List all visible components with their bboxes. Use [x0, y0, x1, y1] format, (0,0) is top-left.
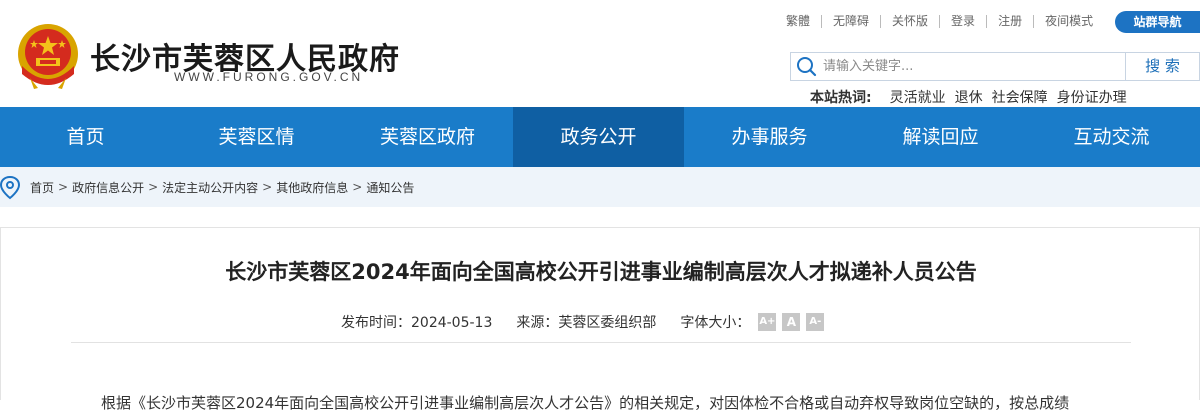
breadcrumb-other-info[interactable]: 其他政府信息 — [276, 179, 348, 196]
link-traditional-chinese[interactable]: 繁體 — [786, 15, 821, 28]
link-night-mode[interactable]: 夜间模式 — [1033, 15, 1104, 28]
nav-item-home[interactable]: 首页 — [0, 107, 171, 167]
divider — [71, 342, 1131, 343]
article-source: 来源：芙蓉区委组织部 — [516, 315, 657, 331]
nav-item-services[interactable]: 办事服务 — [684, 107, 855, 167]
nav-item-district-info[interactable]: 芙蓉区情 — [171, 107, 342, 167]
breadcrumb-notices[interactable]: 通知公告 — [366, 179, 414, 196]
search-button[interactable]: 搜 索 — [1125, 53, 1199, 80]
nav-item-interaction[interactable]: 互动交流 — [1026, 107, 1197, 167]
nav-item-district-government[interactable]: 芙蓉区政府 — [342, 107, 513, 167]
font-size-label: 字体大小： — [680, 315, 751, 331]
nav-item-government-affairs[interactable]: 政务公开 — [513, 107, 684, 167]
breadcrumb-separator: > — [262, 180, 273, 194]
article-body-text: 根据《长沙市芙蓉区2024年面向全国高校公开引进事业编制高层次人才公告》的相关规… — [101, 394, 1070, 412]
breadcrumb-separator: > — [148, 180, 159, 194]
search-box: 搜 索 — [790, 52, 1200, 81]
search-icon — [791, 53, 821, 80]
top-links: 繁體 无障碍 关怀版 登录 注册 夜间模式 — [786, 15, 1104, 28]
hot-word-link[interactable]: 退休 — [955, 87, 983, 107]
breadcrumb-statutory[interactable]: 法定主动公开内容 — [162, 179, 258, 196]
font-increase-button[interactable]: A+ — [758, 313, 777, 331]
font-decrease-button[interactable]: A- — [806, 313, 825, 331]
article-panel: 长沙市芙蓉区2024年面向全国高校公开引进事业编制高层次人才拟递补人员公告 发布… — [0, 227, 1200, 412]
breadcrumb-separator: > — [58, 180, 69, 194]
hot-word-link[interactable]: 社会保障 — [992, 87, 1048, 107]
hot-word-link[interactable]: 身份证办理 — [1057, 87, 1127, 107]
article-meta: 发布时间：2024-05-13 来源：芙蓉区委组织部 字体大小： A+ A A- — [341, 312, 830, 332]
breadcrumb-separator: > — [352, 180, 363, 194]
breadcrumb-gov-info[interactable]: 政府信息公开 — [72, 179, 144, 196]
hot-word-link[interactable]: 灵活就业 — [890, 87, 946, 107]
publish-time: 发布时间：2024-05-13 — [341, 315, 493, 331]
search-input[interactable] — [821, 53, 1125, 80]
breadcrumb: 首页 > 政府信息公开 > 法定主动公开内容 > 其他政府信息 > 通知公告 — [0, 167, 1200, 207]
article-title: 长沙市芙蓉区2024年面向全国高校公开引进事业编制高层次人才拟递补人员公告 — [225, 260, 977, 284]
link-accessibility[interactable]: 无障碍 — [821, 15, 880, 28]
link-elderly-mode[interactable]: 关怀版 — [880, 15, 939, 28]
location-pin-icon — [0, 167, 26, 207]
breadcrumb-home[interactable]: 首页 — [30, 179, 54, 196]
link-register[interactable]: 注册 — [986, 15, 1033, 28]
link-login[interactable]: 登录 — [939, 15, 986, 28]
main-nav: 首页 芙蓉区情 芙蓉区政府 政务公开 办事服务 解读回应 互动交流 — [0, 107, 1200, 167]
site-group-nav-button[interactable]: 站群导航 — [1115, 11, 1200, 33]
nav-item-interpretation[interactable]: 解读回应 — [855, 107, 1026, 167]
hot-words-label: 本站热词: — [810, 90, 872, 106]
site-header: 长沙市芙蓉区人民政府 WWW.FURONG.GOV.CN 繁體 无障碍 关怀版 … — [0, 0, 1200, 107]
hot-words: 本站热词: 灵活就业 退休 社会保障 身份证办理 — [810, 87, 1136, 107]
national-emblem-icon — [18, 24, 78, 89]
site-domain: WWW.FURONG.GOV.CN — [174, 70, 364, 84]
font-reset-button[interactable]: A — [782, 313, 801, 331]
